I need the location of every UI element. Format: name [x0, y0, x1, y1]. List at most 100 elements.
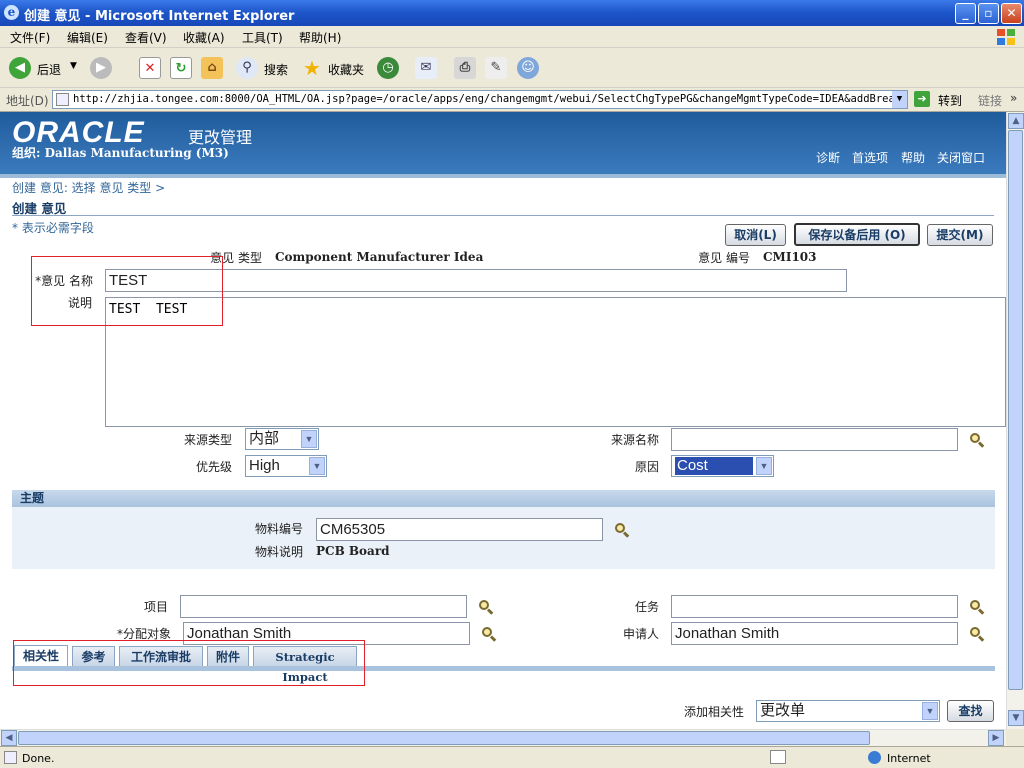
- address-bar: 地址(D) http://zhjia.tongee.com:8000/OA_HT…: [0, 88, 1024, 112]
- page-icon: [56, 93, 69, 106]
- idea-type-value: Component Manufacturer Idea: [275, 250, 484, 264]
- submit-button[interactable]: 提交(M): [927, 224, 993, 246]
- global-link-preferences[interactable]: 首选项: [852, 149, 888, 166]
- horizontal-scrollbar[interactable]: ◀ ▶: [0, 729, 1006, 746]
- save-for-later-button[interactable]: 保存以备后用 (O): [794, 223, 920, 246]
- reason-value: Cost: [674, 456, 754, 476]
- mail-icon[interactable]: ✉: [415, 57, 437, 79]
- task-search-icon[interactable]: [969, 599, 985, 615]
- menu-edit[interactable]: 编辑(E): [67, 29, 108, 46]
- search-button-label[interactable]: 搜索: [264, 61, 288, 78]
- back-button-label[interactable]: 后退: [37, 61, 61, 78]
- requester-input[interactable]: Jonathan Smith: [671, 622, 958, 645]
- print-icon[interactable]: ⎙: [454, 57, 476, 79]
- global-link-close-window[interactable]: 关闭窗口: [937, 149, 985, 166]
- go-button[interactable]: 转到: [938, 92, 962, 109]
- menu-help[interactable]: 帮助(H): [299, 29, 341, 46]
- add-relationship-select[interactable]: 更改单 ▼: [756, 700, 940, 722]
- menu-file[interactable]: 文件(F): [10, 29, 50, 46]
- edit-icon[interactable]: ✎: [485, 57, 507, 79]
- header-band: [0, 174, 1006, 178]
- window-title-bar: e 创建 意见 - Microsoft Internet Explorer _ …: [0, 0, 1024, 26]
- task-label: 任务: [634, 600, 659, 614]
- menu-favorites[interactable]: 收藏(A): [183, 29, 225, 46]
- oracle-header: ORACLE 更改管理 组织: Dallas Manufacturing (M3…: [0, 112, 1006, 174]
- scroll-down-icon[interactable]: ▼: [1008, 710, 1024, 726]
- source-name-input[interactable]: [671, 428, 958, 451]
- stop-icon[interactable]: ✕: [139, 57, 161, 79]
- refresh-icon[interactable]: ↻: [170, 57, 192, 79]
- organization-label: 组织: Dallas Manufacturing (M3): [12, 146, 229, 160]
- description-textarea[interactable]: TEST TEST: [105, 297, 1006, 427]
- scroll-up-icon[interactable]: ▲: [1008, 113, 1024, 129]
- home-icon[interactable]: ⌂: [201, 57, 223, 79]
- global-link-help[interactable]: 帮助: [901, 149, 925, 166]
- close-button[interactable]: ✕: [1001, 3, 1022, 24]
- chevron-down-icon: ▼: [301, 430, 317, 448]
- add-relationship-value: 更改单: [760, 702, 806, 719]
- highlight-tabs: [13, 640, 365, 686]
- history-icon[interactable]: ◷: [377, 57, 399, 79]
- reason-label: 原因: [634, 460, 659, 474]
- item-number-search-icon[interactable]: [614, 522, 630, 538]
- horizontal-scroll-thumb[interactable]: [18, 731, 870, 745]
- global-link-diagnostics[interactable]: 诊断: [816, 149, 840, 166]
- menu-bar: 文件(F) 编辑(E) 查看(V) 收藏(A) 工具(T) 帮助(H): [0, 26, 1024, 48]
- source-name-label: 来源名称: [610, 433, 659, 447]
- scroll-right-icon[interactable]: ▶: [988, 730, 1004, 746]
- item-description-label: 物料说明: [254, 545, 303, 559]
- cancel-button[interactable]: 取消(L): [725, 224, 786, 246]
- status-panel-icon: [770, 750, 786, 764]
- window-title: 创建 意见 - Microsoft Internet Explorer: [24, 9, 295, 24]
- address-input[interactable]: http://zhjia.tongee.com:8000/OA_HTML/OA.…: [52, 90, 908, 109]
- source-type-label: 来源类型: [183, 433, 232, 447]
- project-input[interactable]: [180, 595, 467, 618]
- project-search-icon[interactable]: [478, 599, 494, 615]
- address-url: http://zhjia.tongee.com:8000/OA_HTML/OA.…: [73, 93, 908, 105]
- priority-value: High: [249, 457, 280, 474]
- item-number-input[interactable]: CM65305: [316, 518, 603, 541]
- back-arrow-icon[interactable]: ◀: [9, 57, 31, 79]
- ie-icon: e: [4, 5, 19, 20]
- address-dropdown-icon[interactable]: ▼: [892, 91, 907, 108]
- search-icon[interactable]: ⚲: [236, 57, 258, 79]
- priority-select[interactable]: High ▼: [245, 455, 327, 477]
- links-expand-icon[interactable]: »: [1010, 91, 1017, 105]
- globe-icon: [868, 751, 881, 764]
- menu-view[interactable]: 查看(V): [125, 29, 167, 46]
- chevron-down-icon: ▼: [922, 702, 938, 720]
- required-field-hint: * 表示必需字段: [12, 221, 94, 235]
- idea-number-label: 意见 编号: [698, 251, 750, 265]
- breadcrumb[interactable]: 创建 意见: 选择 意见 类型 >: [12, 179, 165, 196]
- project-label: 项目: [143, 600, 168, 614]
- maximize-button[interactable]: ▫: [978, 3, 999, 24]
- priority-label: 优先级: [195, 460, 232, 474]
- search-button[interactable]: 查找: [947, 700, 994, 722]
- browser-toolbar: ◀ 后退 ▼ ▶ ✕ ↻ ⌂ ⚲ 搜索 ★ 收藏夹 ◷ ✉ ⎙ ✎ ☺: [0, 48, 1024, 88]
- forward-arrow-icon[interactable]: ▶: [90, 57, 112, 79]
- source-type-select[interactable]: 内部 ▼: [245, 428, 319, 450]
- source-name-search-icon[interactable]: [969, 432, 985, 448]
- favorites-button-label[interactable]: 收藏夹: [328, 61, 364, 78]
- messenger-icon[interactable]: ☺: [517, 57, 539, 79]
- reason-select[interactable]: Cost ▼: [671, 455, 774, 477]
- windows-logo-icon: [997, 29, 1015, 45]
- scroll-left-icon[interactable]: ◀: [1, 730, 17, 746]
- minimize-button[interactable]: _: [955, 3, 976, 24]
- assignee-search-icon[interactable]: [481, 626, 497, 642]
- task-input[interactable]: [671, 595, 958, 618]
- go-arrow-icon[interactable]: ➜: [914, 91, 930, 107]
- links-label[interactable]: 链接: [978, 92, 1002, 109]
- vertical-scrollbar[interactable]: ▲ ▼: [1006, 112, 1024, 729]
- status-bar: Done. Internet: [0, 746, 1024, 768]
- favorites-star-icon[interactable]: ★: [301, 57, 323, 79]
- back-dropdown-icon[interactable]: ▼: [70, 61, 77, 71]
- requester-search-icon[interactable]: [969, 626, 985, 642]
- add-relationship-label: 添加相关性: [683, 705, 744, 719]
- page-content: ORACLE 更改管理 组织: Dallas Manufacturing (M3…: [0, 112, 1006, 729]
- security-zone: Internet: [887, 752, 931, 765]
- vertical-scroll-thumb[interactable]: [1008, 130, 1023, 690]
- chevron-down-icon: ▼: [756, 457, 772, 475]
- subject-section-header: 主题: [12, 490, 995, 507]
- menu-tools[interactable]: 工具(T): [242, 29, 283, 46]
